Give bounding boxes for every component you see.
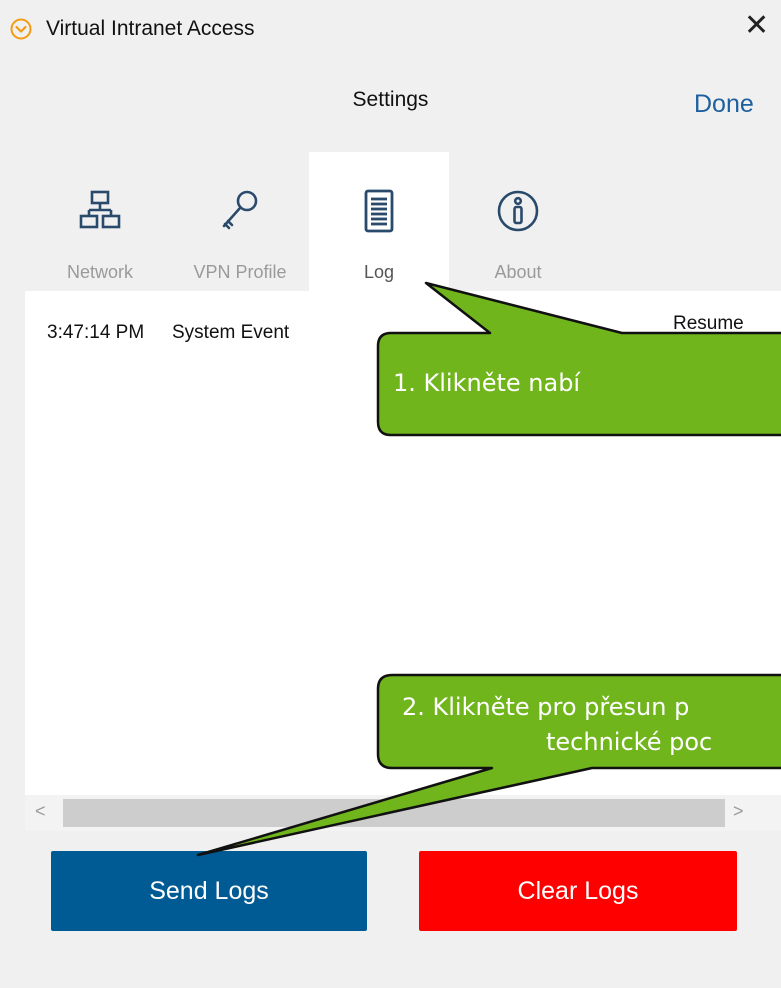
callout-1-shape (376, 281, 781, 437)
callout-2-text-line2: technické poc (546, 728, 713, 756)
tutorial-callouts (196, 281, 781, 857)
callout-1-text: 1. Klikněte nabí (393, 369, 581, 397)
callout-2-text-line1: 2. Klikněte pro přesun p (402, 693, 690, 721)
